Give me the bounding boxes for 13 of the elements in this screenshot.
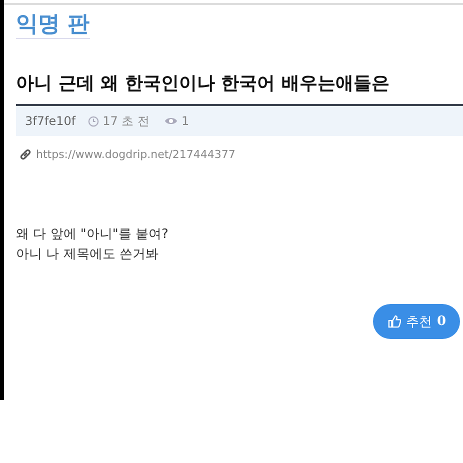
body-text: 왜 다 앞에 "아니"를 붙여? [16, 226, 170, 244]
link-icon [19, 148, 32, 161]
board-title[interactable]: 익명 판 [16, 12, 90, 39]
post-time: 17 초 전 [102, 112, 150, 130]
thumbs-up-icon [388, 315, 401, 328]
view-count: 1 [182, 114, 190, 128]
body-text: 아니 나 제목에도 쓴거봐 [16, 246, 160, 264]
post-link[interactable]: https://www.dogdrip.net/217444377 [36, 148, 236, 161]
eye-icon [164, 116, 178, 126]
recommend-button[interactable]: 추천 0 [372, 304, 460, 339]
clock-icon [88, 116, 99, 126]
post-title: 아니 근데 왜 한국인이나 한국어 배우는애들은 [16, 72, 390, 96]
author-name[interactable]: 3f7fe10f [25, 114, 76, 128]
